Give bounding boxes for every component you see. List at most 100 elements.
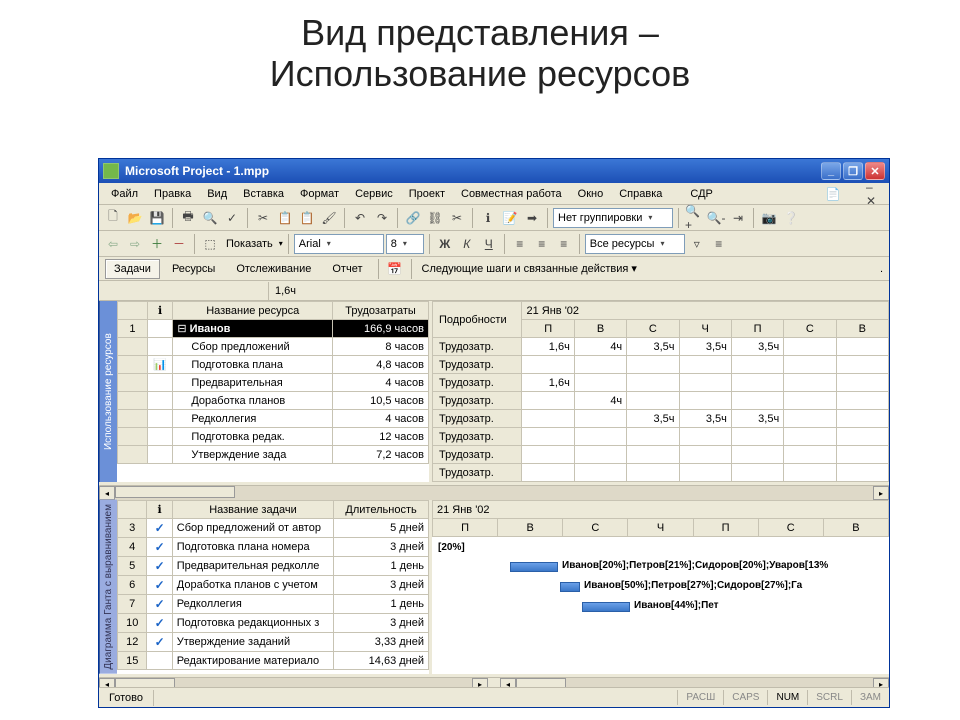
show-button[interactable]: Показать	[222, 238, 277, 250]
redo-icon[interactable]: ↷	[372, 208, 392, 228]
underline-icon[interactable]: Ч	[479, 234, 499, 254]
titlebar[interactable]: Microsoft Project - 1.mpp _ ❐ ✕	[99, 159, 889, 183]
app-window: Microsoft Project - 1.mpp _ ❐ ✕ Файл Пра…	[98, 158, 890, 708]
info-icon[interactable]: ℹ	[478, 208, 498, 228]
preview-icon[interactable]: 🔍	[200, 208, 220, 228]
tab-resources[interactable]: Ресурсы	[163, 259, 224, 279]
spell-icon[interactable]: ✓	[222, 208, 242, 228]
timephased-table[interactable]: Подробности21 Янв '02 ПВСЧПСВ Трудозатр.…	[432, 301, 889, 482]
italic-icon[interactable]: К	[457, 234, 477, 254]
status-num: NUM	[767, 690, 807, 705]
menu-help[interactable]: Справка	[611, 186, 670, 202]
slide-title: Вид представления – Использование ресурс…	[0, 0, 960, 99]
nav-back-icon[interactable]: ⇦	[103, 234, 123, 254]
outline-icon[interactable]: ⬚	[200, 234, 220, 254]
open-icon[interactable]: 📂	[125, 208, 145, 228]
gantt-bar[interactable]	[582, 602, 630, 612]
link-icon[interactable]: 🔗	[403, 208, 423, 228]
col-taskname[interactable]: Название задачи	[172, 501, 333, 519]
menu-insert[interactable]: Вставка	[235, 186, 292, 202]
align-left-icon[interactable]: ≡	[510, 234, 530, 254]
menu-window[interactable]: Окно	[570, 186, 612, 202]
menu-edit[interactable]: Правка	[146, 186, 199, 202]
font-combo[interactable]: Arial▾	[294, 234, 384, 254]
next-steps-dropdown[interactable]: Следующие шаги и связанные действия ▾	[418, 262, 641, 275]
note-icon[interactable]: 📝	[500, 208, 520, 228]
paste-icon[interactable]: 📋	[297, 208, 317, 228]
camera-icon[interactable]: 📷	[759, 208, 779, 228]
menu-format[interactable]: Формат	[292, 186, 347, 202]
menubar: Файл Правка Вид Вставка Формат Сервис Пр…	[99, 183, 889, 205]
navbar: Задачи Ресурсы Отслеживание Отчет 📅 След…	[99, 257, 889, 281]
col-resname[interactable]: Название ресурса	[173, 302, 333, 320]
statusbar: Готово РАСШ CAPS NUM SCRL ЗАМ	[99, 687, 889, 707]
align-center-icon[interactable]: ≡	[532, 234, 552, 254]
align-right-icon[interactable]: ≡	[554, 234, 574, 254]
goto-task-icon[interactable]: ⇥	[728, 208, 748, 228]
menu-view[interactable]: Вид	[199, 186, 235, 202]
col-work[interactable]: Трудозатраты	[333, 302, 429, 320]
tab-tracking[interactable]: Отслеживание	[227, 259, 320, 279]
status-ready: Готово	[99, 690, 154, 706]
tab-tasks[interactable]: Задачи	[105, 259, 160, 279]
toolbar-standard: 🗋 📂 💾 🖶 🔍 ✓ ✂ 📋 📋 🖌 ↶ ↷ 🔗 ⛓ ✂ ℹ 📝 ➡	[99, 205, 889, 231]
filter2-icon[interactable]: ≡	[709, 234, 729, 254]
resource-table[interactable]: ℹ Название ресурса Трудозатраты 1⊟ Ивано…	[117, 301, 429, 464]
print-icon[interactable]: 🖶	[178, 208, 198, 228]
doc-close-button[interactable]: – ✕	[865, 184, 885, 204]
resource-usage-pane: Использование ресурсов ℹ Название ресурс…	[99, 301, 889, 485]
gantt-bar[interactable]	[510, 562, 558, 572]
cut-icon[interactable]: ✂	[253, 208, 273, 228]
split-icon[interactable]: ✂	[447, 208, 467, 228]
save-icon[interactable]: 💾	[147, 208, 167, 228]
menu-project[interactable]: Проект	[401, 186, 453, 202]
minus-icon[interactable]: －	[169, 234, 189, 254]
autofilter-icon[interactable]: ▿	[687, 234, 707, 254]
bold-icon[interactable]: Ж	[435, 234, 455, 254]
goto-icon[interactable]: ➡	[522, 208, 542, 228]
scroll-left-button[interactable]: ◂	[99, 486, 115, 500]
restore-button[interactable]: ❐	[843, 162, 863, 180]
formula-value[interactable]: 1,6ч	[269, 285, 302, 297]
copy-icon[interactable]: 📋	[275, 208, 295, 228]
menu-wbs[interactable]: СДР	[682, 186, 721, 202]
toolbar-formatting: ⇦ ⇨ ＋ － ⬚ Показать▾ Arial▾ 8▾ Ж К Ч ≡ ≡ …	[99, 231, 889, 257]
scroll-thumb[interactable]	[115, 486, 235, 498]
minimize-button[interactable]: _	[821, 162, 841, 180]
app-icon	[103, 163, 119, 179]
col-duration[interactable]: Длительность	[334, 501, 429, 519]
new-icon[interactable]: 🗋	[103, 208, 123, 228]
grouping-combo[interactable]: Нет группировки▾	[553, 208, 673, 228]
col-indicator[interactable]: ℹ	[147, 302, 173, 320]
formula-bar: 1,6ч	[99, 281, 889, 301]
status-scrl: SCRL	[807, 690, 851, 705]
help-icon[interactable]: ❔	[781, 208, 801, 228]
tab-report[interactable]: Отчет	[323, 259, 371, 279]
col-details[interactable]: Подробности	[433, 302, 522, 338]
scroll-right-button[interactable]: ▸	[873, 486, 889, 500]
status-caps: CAPS	[723, 690, 767, 705]
sidetab-resource-usage[interactable]: Использование ресурсов	[99, 301, 117, 482]
status-ovr: ЗАМ	[851, 690, 889, 705]
zoomin-icon[interactable]: 🔍+	[684, 208, 704, 228]
zoomout-icon[interactable]: 🔍-	[706, 208, 726, 228]
plus-icon[interactable]: ＋	[147, 234, 167, 254]
task-table[interactable]: ℹНазвание задачиДлительность 3✓Сбор пред…	[117, 500, 429, 670]
filter-combo[interactable]: Все ресурсы▾	[585, 234, 685, 254]
calendar-icon[interactable]: 📅	[385, 259, 405, 279]
gantt-chart[interactable]: 21 Янв '02 ПВСЧПСВ [20%] Иванов[20%];Пет…	[432, 500, 889, 674]
overalloc-icon: 📊	[147, 356, 173, 374]
menu-file[interactable]: Файл	[103, 186, 146, 202]
format-painter-icon[interactable]: 🖌	[319, 208, 339, 228]
sidetab-leveling-gantt[interactable]: Диаграмма Ганта с выравниванием	[99, 500, 117, 674]
doc-icon[interactable]: 📄	[823, 184, 843, 204]
size-combo[interactable]: 8▾	[386, 234, 424, 254]
menu-tools[interactable]: Сервис	[347, 186, 401, 202]
undo-icon[interactable]: ↶	[350, 208, 370, 228]
menu-collab[interactable]: Совместная работа	[453, 186, 570, 202]
unlink-icon[interactable]: ⛓	[425, 208, 445, 228]
close-button[interactable]: ✕	[865, 162, 885, 180]
nav-fwd-icon[interactable]: ⇨	[125, 234, 145, 254]
gantt-pane: Диаграмма Ганта с выравниванием ℹНазвани…	[99, 500, 889, 677]
gantt-bar[interactable]	[560, 582, 580, 592]
